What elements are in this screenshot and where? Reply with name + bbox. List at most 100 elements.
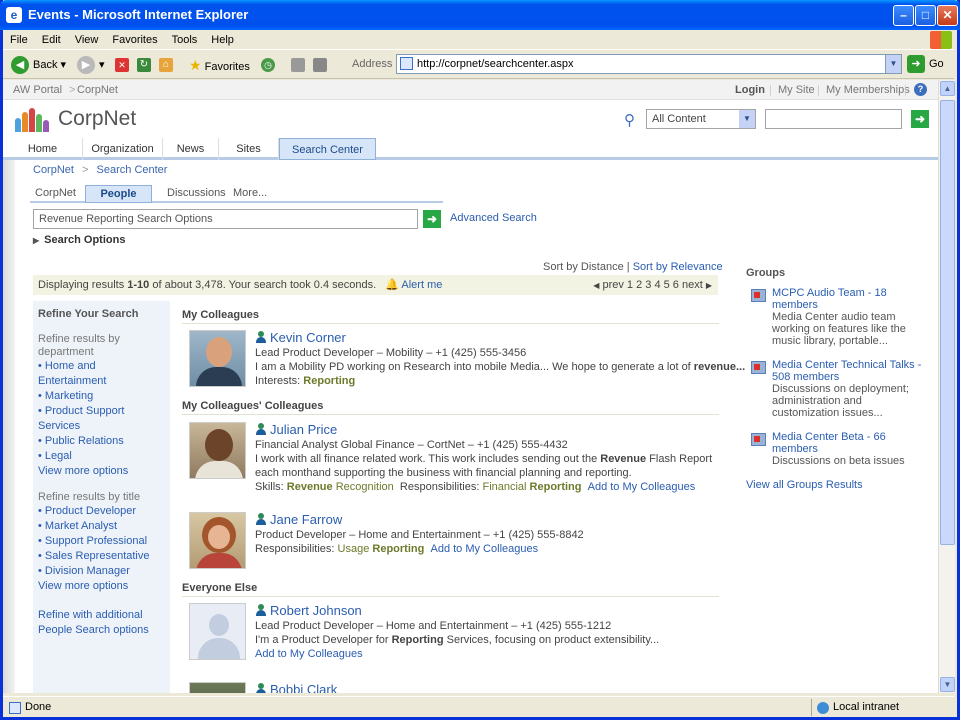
site-search-input[interactable]: [765, 109, 902, 129]
refine-dept-label: Refine results by department: [38, 333, 120, 358]
refine-dept-item[interactable]: • Public Relations: [38, 434, 165, 449]
group-title-link[interactable]: Media Center Beta - 66 members: [772, 431, 931, 455]
history-button[interactable]: ◷: [261, 55, 279, 75]
tab-discussions[interactable]: Discussions: [167, 185, 226, 201]
presence-icon: [255, 604, 267, 616]
next-arrow-icon[interactable]: ▶: [706, 281, 712, 290]
go-button[interactable]: ➜ Go: [907, 55, 944, 74]
person-photo[interactable]: [189, 512, 246, 569]
intranet-globe-icon: [817, 702, 829, 714]
breadcrumb-search-center[interactable]: Search Center: [97, 164, 168, 176]
view-all-groups-link[interactable]: View all Groups Results: [746, 479, 931, 491]
person-name-link[interactable]: Jane Farrow: [255, 512, 725, 528]
sort-by-relevance[interactable]: Sort by Relevance: [633, 261, 723, 273]
refine-additional-link[interactable]: Refine with additional People Search opt…: [38, 608, 165, 638]
prev-link[interactable]: prev: [602, 279, 623, 291]
maximize-button[interactable]: □: [915, 5, 936, 26]
close-button[interactable]: ✕: [937, 5, 958, 26]
tab-people[interactable]: People: [85, 185, 152, 203]
vertical-scrollbar[interactable]: ▲ ▼: [938, 80, 955, 693]
breadcrumb-corpnet[interactable]: CorpNet: [33, 164, 74, 176]
alert-me-link[interactable]: Alert me: [401, 279, 442, 291]
memberships-link[interactable]: My Memberships: [826, 80, 910, 100]
refine-title-item[interactable]: • Market Analyst: [38, 519, 165, 534]
scope-select[interactable]: All Content ▼: [646, 109, 756, 129]
add-to-colleagues-link[interactable]: Add to My Colleagues: [255, 648, 363, 660]
forward-button[interactable]: ▶ ▾: [77, 55, 105, 75]
search-go-button[interactable]: ➜: [423, 210, 441, 228]
tab-home[interactable]: Home: [3, 138, 83, 160]
search-options-toggle[interactable]: ▶ Search Options: [33, 234, 125, 246]
sort-by-distance[interactable]: Sort by Distance: [543, 261, 624, 273]
help-icon[interactable]: ?: [914, 83, 927, 96]
group-result: MCPC Audio Team - 18 members Media Cente…: [746, 287, 931, 347]
title-bar: e Events - Microsoft Internet Explorer –…: [0, 0, 960, 30]
stop-button[interactable]: ✕: [115, 55, 133, 75]
refine-dept-item[interactable]: • Legal: [38, 449, 165, 464]
person-photo[interactable]: [189, 330, 246, 387]
menu-favorites[interactable]: Favorites: [105, 30, 164, 50]
refine-title-item[interactable]: • Product Developer: [38, 504, 165, 519]
edit-button[interactable]: [313, 55, 331, 75]
add-to-colleagues-link[interactable]: Add to My Colleagues: [588, 481, 696, 493]
corpnet-link[interactable]: CorpNet: [77, 80, 118, 100]
presence-icon: [255, 513, 267, 525]
refine-title-item[interactable]: • Division Manager: [38, 564, 165, 579]
person-photo-placeholder[interactable]: [189, 603, 246, 660]
tab-news[interactable]: News: [163, 138, 219, 160]
menu-edit[interactable]: Edit: [35, 30, 68, 50]
results-summary: Displaying results 1-10 of about 3,478. …: [33, 275, 718, 295]
tab-search-center[interactable]: Search Center: [279, 138, 376, 160]
scroll-up-icon[interactable]: ▲: [940, 81, 955, 96]
refresh-button[interactable]: ↻: [137, 55, 155, 75]
window-title: Events - Microsoft Internet Explorer: [28, 7, 249, 22]
mysite-link[interactable]: My Site: [778, 80, 815, 100]
refine-dept-item[interactable]: • Marketing: [38, 389, 165, 404]
next-link[interactable]: next: [682, 279, 703, 291]
page-links[interactable]: 1 2 3 4 5 6: [627, 279, 679, 291]
group-title-link[interactable]: MCPC Audio Team - 18 members: [772, 287, 931, 311]
minimize-button[interactable]: –: [893, 5, 914, 26]
advanced-search-link[interactable]: Advanced Search: [450, 212, 537, 224]
menu-file[interactable]: File: [3, 30, 35, 50]
scroll-thumb[interactable]: [940, 100, 955, 545]
site-search-go-button[interactable]: ➜: [911, 110, 929, 128]
group-title-link[interactable]: Media Center Technical Talks - 508 membe…: [772, 359, 931, 383]
zone-text: Local intranet: [833, 701, 900, 713]
prev-arrow-icon[interactable]: ◀: [593, 281, 599, 290]
view-more-dept-link[interactable]: View more options: [38, 464, 165, 479]
login-link[interactable]: Login: [735, 80, 765, 100]
search-query-input[interactable]: Revenue Reporting Search Options: [33, 209, 418, 229]
refine-dept-item[interactable]: • Product Support Services: [38, 404, 165, 434]
home-button[interactable]: ⌂: [159, 55, 177, 75]
refine-title-item[interactable]: • Support Professional: [38, 534, 165, 549]
person-name-link[interactable]: Robert Johnson: [255, 603, 725, 619]
person-name-link[interactable]: Julian Price: [255, 422, 725, 438]
tab-organization[interactable]: Organization: [83, 138, 163, 160]
person-name-link[interactable]: Bobbi Clark: [255, 682, 725, 693]
print-button[interactable]: [291, 55, 309, 75]
tab-more[interactable]: More...: [233, 185, 267, 201]
person-photo[interactable]: [189, 682, 246, 693]
menu-help[interactable]: Help: [204, 30, 241, 50]
menu-view[interactable]: View: [68, 30, 106, 50]
site-brand[interactable]: CorpNet: [15, 106, 136, 136]
ie-icon: e: [6, 7, 22, 23]
portal-link[interactable]: AW Portal: [13, 80, 62, 100]
view-more-title-link[interactable]: View more options: [38, 579, 165, 594]
address-bar[interactable]: http://corpnet/searchcenter.aspx ▼: [396, 54, 902, 74]
back-button[interactable]: ◀ Back ▾: [11, 55, 66, 75]
refine-dept-item[interactable]: • Home and Entertainment: [38, 359, 165, 389]
person-name-link[interactable]: Kevin Corner: [255, 330, 725, 346]
person-photo[interactable]: [189, 422, 246, 479]
favorites-button[interactable]: ★ Favorites: [189, 55, 250, 75]
tab-sites[interactable]: Sites: [219, 138, 279, 160]
chevron-down-icon[interactable]: ▼: [885, 55, 901, 73]
scroll-down-icon[interactable]: ▼: [940, 677, 955, 692]
section-my-colleagues: My Colleagues: [182, 309, 719, 324]
refine-title-item[interactable]: • Sales Representative: [38, 549, 165, 564]
menu-tools[interactable]: Tools: [165, 30, 205, 50]
tab-corpnet[interactable]: CorpNet: [35, 185, 76, 201]
forward-arrow-icon: ▶: [77, 56, 95, 75]
add-to-colleagues-link[interactable]: Add to My Colleagues: [430, 543, 538, 555]
